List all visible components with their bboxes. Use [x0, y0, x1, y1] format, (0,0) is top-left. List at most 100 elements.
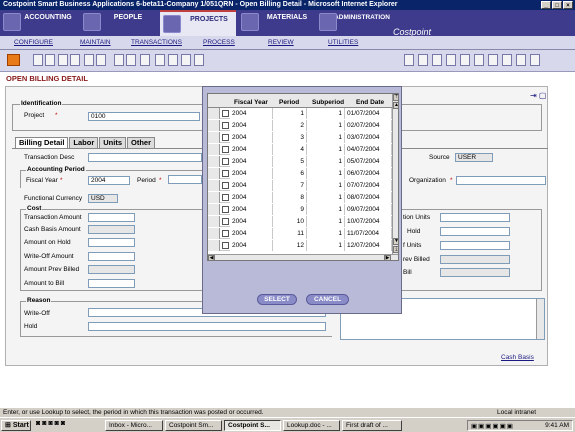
row-checkbox[interactable] — [222, 182, 229, 189]
period-row[interactable]: 2004 3 1 03/07/2004 — [208, 132, 398, 143]
row-selector[interactable] — [208, 180, 220, 191]
nav-tab-accounting[interactable]: ACCOUNTING — [0, 10, 78, 36]
toolbar-button-icon[interactable] — [460, 54, 470, 66]
row-checkbox[interactable] — [222, 218, 229, 225]
toolbar-button-icon[interactable] — [530, 54, 540, 66]
period-row[interactable]: 2004 5 1 05/07/2004 — [208, 156, 398, 167]
cash-basis-link[interactable]: Cash Basis — [501, 354, 534, 361]
period-row[interactable]: 2004 1 1 01/07/2004 — [208, 108, 398, 119]
toolbar-button-icon[interactable] — [404, 54, 414, 66]
nav-tab-materials[interactable]: MATERIALS — [238, 10, 314, 36]
toolbar-button-icon[interactable] — [114, 54, 124, 66]
subnav-configure[interactable]: CONFIGURE — [14, 39, 53, 46]
period-row[interactable]: 2004 2 1 02/07/2004 — [208, 120, 398, 131]
row-selector[interactable] — [208, 108, 220, 119]
nav-tab-people[interactable]: PEOPLE — [80, 10, 158, 36]
row-checkbox[interactable] — [222, 158, 229, 165]
toolbar-button-icon[interactable] — [45, 54, 55, 66]
scroll-top-icon[interactable]: ⤒ — [393, 94, 398, 101]
select-button[interactable]: SELECT — [257, 294, 297, 305]
period-row[interactable]: 2004 11 1 11/07/2004 — [208, 228, 398, 239]
toolbar-button-icon[interactable] — [432, 54, 442, 66]
row-checkbox[interactable] — [222, 230, 229, 237]
scroll-left-icon[interactable]: ◀ — [208, 255, 215, 260]
period-row[interactable]: 2004 7 1 07/07/2004 — [208, 180, 398, 191]
transaction-desc-field[interactable] — [88, 153, 202, 162]
expand-icon[interactable]: ⇥ ▢ — [530, 91, 546, 100]
subnav-transactions[interactable]: TRANSACTIONS — [131, 39, 182, 46]
subnav-process[interactable]: PROCESS — [203, 39, 235, 46]
amount-to-bill-field[interactable] — [88, 279, 135, 288]
hold-reason-field[interactable] — [88, 322, 326, 331]
period-row[interactable]: 2004 10 1 10/07/2004 — [208, 216, 398, 227]
row-checkbox[interactable] — [222, 170, 229, 177]
cancel-button[interactable]: CANCEL — [306, 294, 349, 305]
taskbar-item[interactable]: Lookup.doc - ... — [283, 420, 340, 431]
row-checkbox[interactable] — [222, 206, 229, 213]
nav-tab-administration[interactable]: ADMINISTRATION — [316, 10, 390, 36]
toolbar-button-icon[interactable] — [488, 54, 498, 66]
period-field[interactable] — [168, 175, 202, 184]
toolbar-button-icon[interactable] — [181, 54, 191, 66]
toolbar-button-icon[interactable] — [446, 54, 456, 66]
taskbar-item[interactable]: First draft of ... — [342, 420, 402, 431]
taskbar-item[interactable]: Inbox - Micro... — [105, 420, 163, 431]
subnav-maintain[interactable]: MAINTAIN — [80, 39, 111, 46]
toolbar-button-icon[interactable] — [516, 54, 526, 66]
tab-other[interactable]: Other — [127, 137, 156, 148]
toolbar-button-icon[interactable] — [155, 54, 165, 66]
organization-field[interactable] — [456, 176, 546, 185]
column-header-subperiod[interactable]: Subperiod — [312, 99, 344, 106]
toolbar-button-icon[interactable] — [194, 54, 204, 66]
new-record-icon[interactable] — [7, 54, 20, 66]
column-header-end-date[interactable]: End Date — [356, 99, 384, 106]
row-selector[interactable] — [208, 156, 220, 167]
row-checkbox[interactable] — [222, 122, 229, 129]
write-off-amount-field[interactable] — [88, 252, 135, 261]
toolbar-button-icon[interactable] — [126, 54, 136, 66]
amount-on-hold-field[interactable] — [88, 238, 135, 247]
grid-horizontal-scrollbar[interactable]: ◀ ▶ — [208, 254, 398, 260]
column-header-period[interactable]: Period — [279, 99, 299, 106]
grid-vertical-scrollbar[interactable]: ⤒ ▲ ▼ ⤓ — [392, 94, 398, 254]
row-selector[interactable] — [208, 204, 220, 215]
toolbar-button-icon[interactable] — [84, 54, 94, 66]
toolbar-button-icon[interactable] — [70, 54, 80, 66]
project-field[interactable]: 0100 — [88, 112, 200, 121]
toolbar-button-icon[interactable] — [96, 54, 106, 66]
toolbar-button-icon[interactable] — [33, 54, 43, 66]
period-row[interactable]: 2004 4 1 04/07/2004 — [208, 144, 398, 155]
minimize-icon[interactable]: _ — [541, 1, 551, 9]
tab-billing-detail[interactable]: Billing Detail — [15, 137, 69, 148]
write-off-units-field[interactable] — [440, 241, 510, 250]
row-checkbox[interactable] — [222, 194, 229, 201]
toolbar-button-icon[interactable] — [168, 54, 178, 66]
scroll-down-icon[interactable]: ▼ — [393, 238, 398, 245]
row-selector[interactable] — [208, 228, 220, 239]
taskbar-item-active[interactable]: Costpoint S... — [224, 420, 281, 431]
quick-launch-icon[interactable]: ◙◙◙◙◙ — [36, 420, 67, 427]
subnav-utilities[interactable]: UTILITIES — [328, 39, 358, 46]
units-on-hold-field[interactable] — [440, 227, 510, 236]
toolbar-button-icon[interactable] — [418, 54, 428, 66]
tab-labor[interactable]: Labor — [69, 137, 99, 148]
fiscal-year-field[interactable]: 2004 — [88, 176, 130, 185]
row-selector[interactable] — [208, 192, 220, 203]
scroll-bottom-icon[interactable]: ⤓ — [393, 246, 398, 253]
close-icon[interactable]: × — [563, 1, 573, 9]
period-row[interactable]: 2004 9 1 09/07/2004 — [208, 204, 398, 215]
period-row[interactable]: 2004 12 1 12/07/2004 — [208, 240, 398, 251]
column-header-fiscal-year[interactable]: Fiscal Year — [234, 99, 268, 106]
subnav-review[interactable]: REVIEW — [268, 39, 294, 46]
row-checkbox[interactable] — [222, 134, 229, 141]
toolbar-button-icon[interactable] — [502, 54, 512, 66]
tray-icons[interactable]: ▣▣▣▣▣▣ — [471, 422, 514, 430]
transaction-amount-field[interactable] — [88, 213, 135, 222]
row-selector[interactable] — [208, 144, 220, 155]
scroll-right-icon[interactable]: ▶ — [384, 255, 391, 260]
row-checkbox[interactable] — [222, 110, 229, 117]
transaction-units-field[interactable] — [440, 213, 510, 222]
tab-units[interactable]: Units — [99, 137, 127, 148]
taskbar-item[interactable]: Costpoint Sm... — [165, 420, 222, 431]
toolbar-button-icon[interactable] — [140, 54, 150, 66]
